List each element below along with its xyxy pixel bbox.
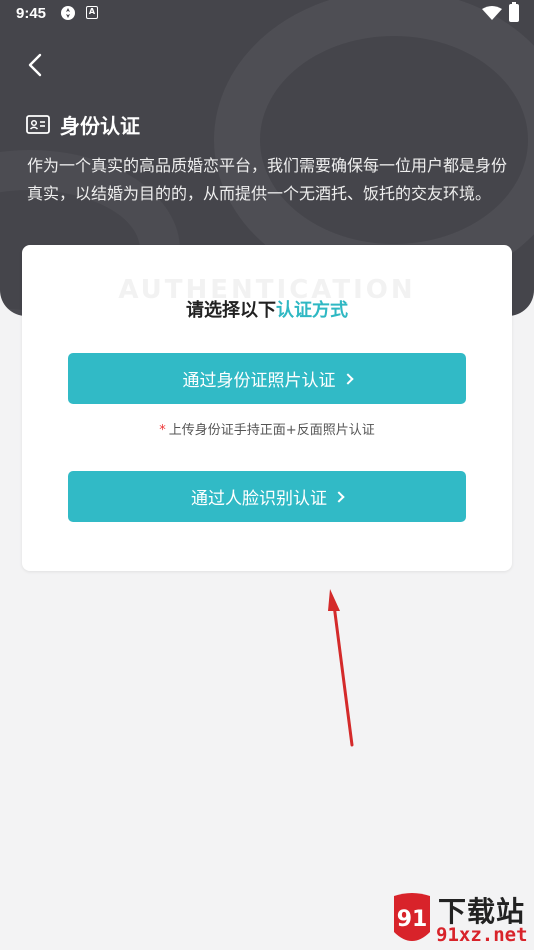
card-heading-prefix: 请选择以下 <box>186 300 276 321</box>
red-pointer-arrow-icon <box>328 589 354 747</box>
card-heading: 请选择以下认证方式 <box>22 296 512 322</box>
required-star: * <box>159 423 166 438</box>
back-arrow-icon[interactable] <box>22 50 52 80</box>
sync-icon <box>61 6 75 20</box>
logo-badge-icon: 91 <box>394 893 430 941</box>
id-card-icon <box>26 114 50 134</box>
id-photo-note-text: 上传身份证手持正面+反面照片认证 <box>168 423 375 438</box>
page-description: 作为一个真实的高品质婚恋平台，我们需要确保每一位用户都是身份真实，以结婚为目的的… <box>27 156 508 203</box>
logo-url: 91xz.net <box>436 924 528 946</box>
id-photo-verify-label: 通过身份证照片认证 <box>182 371 336 391</box>
page-title-row: 身份认证 <box>26 110 140 138</box>
battery-icon <box>509 2 519 22</box>
logo-badge-text: 91 <box>397 907 428 932</box>
status-time: 9:45 <box>16 5 47 22</box>
verification-card: AUTHENTICATION 请选择以下认证方式 通过身份证照片认证 * 上传身份… <box>22 245 512 571</box>
wifi-icon <box>482 6 502 20</box>
card-heading-accent: 认证方式 <box>276 300 348 321</box>
id-photo-verify-button[interactable]: 通过身份证照片认证 <box>68 353 466 404</box>
chevron-right-icon <box>341 373 354 385</box>
site-logo: 91 下载站 91xz.net <box>388 888 534 950</box>
chevron-right-icon <box>333 491 345 503</box>
status-bar: 9:45 A <box>0 0 534 28</box>
id-photo-note: * 上传身份证手持正面+反面照片认证 <box>22 419 512 438</box>
face-verify-button[interactable]: 通过人脸识别认证 <box>68 471 466 522</box>
notification-icon: A <box>86 6 98 19</box>
page-title: 身份认证 <box>60 113 140 138</box>
face-verify-label: 通过人脸识别认证 <box>191 489 327 509</box>
